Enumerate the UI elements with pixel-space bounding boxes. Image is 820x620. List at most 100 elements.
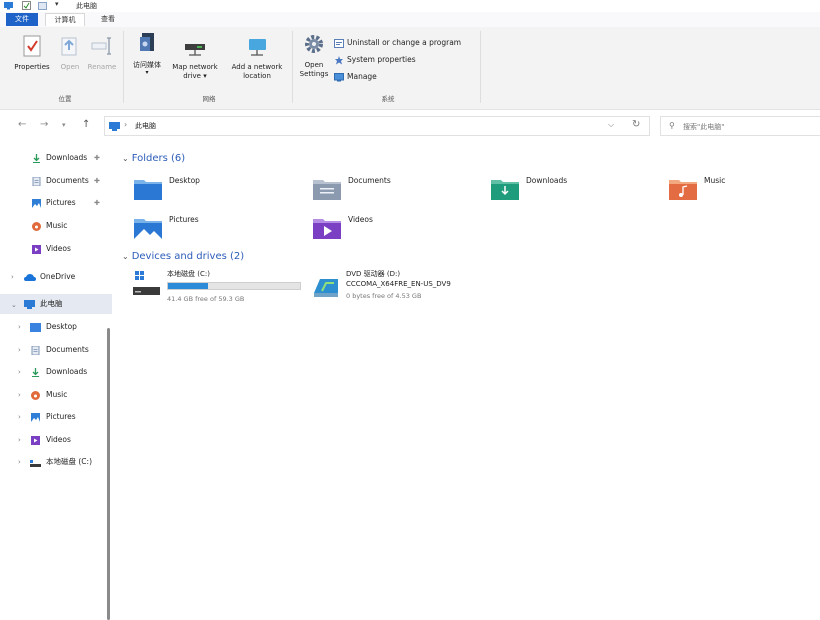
sidebar-item-desktop[interactable]: › Desktop: [0, 317, 112, 337]
tab-computer[interactable]: 计算机: [45, 13, 85, 26]
sidebar-item-music-quick[interactable]: Music: [0, 216, 112, 236]
folder-label: Music: [704, 176, 726, 185]
pin-icon: ✚: [94, 154, 100, 162]
folders-header-label: Folders (6): [131, 153, 186, 164]
expand-chevron-icon[interactable]: ›: [18, 430, 21, 450]
back-arrow-icon[interactable]: ←: [18, 119, 26, 130]
drives-section-header[interactable]: ⌄ Devices and drives (2): [122, 251, 244, 262]
expand-chevron-icon[interactable]: ›: [18, 340, 21, 360]
new-folder-quick-icon[interactable]: [38, 1, 47, 10]
title-bar: ▾ 此电脑: [0, 0, 820, 12]
sidebar-item-downloads[interactable]: › Downloads: [0, 362, 112, 382]
map-network-drive-button[interactable]: Map network drive ▾: [167, 35, 223, 81]
pictures-folder-icon: [134, 219, 162, 239]
map-drive-label-1: Map network: [172, 63, 218, 71]
folder-label: Videos: [348, 215, 373, 224]
pin-icon: ✚: [94, 199, 100, 207]
drive-d-volume-label: CCCOMA_X64FRE_EN-US_DV9: [346, 280, 451, 288]
collapse-chevron-icon: ⌄: [122, 252, 129, 261]
up-arrow-icon[interactable]: ↑: [82, 119, 90, 130]
tab-file[interactable]: 文件: [6, 13, 38, 26]
add-location-label-2: location: [243, 72, 271, 80]
forward-arrow-icon[interactable]: →: [40, 119, 48, 130]
properties-label: Properties: [14, 63, 50, 71]
recent-locations-icon[interactable]: ▾: [62, 121, 66, 129]
videos-icon: [31, 436, 40, 445]
open-settings-label-1: Open: [304, 61, 324, 69]
network-drive-icon: [185, 44, 205, 56]
folders-section-header[interactable]: ⌄ Folders (6): [122, 153, 185, 164]
onedrive-cloud-icon: [24, 274, 36, 281]
sidebar-item-label: Documents: [46, 345, 89, 354]
sidebar-item-videos[interactable]: › Videos: [0, 430, 112, 450]
folder-tile-documents[interactable]: Documents: [312, 174, 482, 212]
expand-chevron-icon[interactable]: ›: [11, 267, 14, 287]
sidebar-item-pictures[interactable]: › Pictures: [0, 407, 112, 427]
pictures-icon: [31, 413, 40, 422]
sidebar-item-documents-quick[interactable]: Documents ✚: [0, 171, 112, 191]
tab-view[interactable]: 查看: [94, 13, 122, 26]
folder-tile-videos[interactable]: Videos: [312, 213, 482, 251]
expand-chevron-icon[interactable]: ›: [18, 385, 21, 405]
expand-chevron-icon[interactable]: ›: [18, 317, 21, 337]
expand-chevron-icon[interactable]: ›: [18, 452, 21, 472]
address-dropdown-icon[interactable]: ⌵: [608, 120, 614, 130]
search-placeholder: 搜索"此电脑": [683, 123, 725, 131]
sidebar-item-videos-quick[interactable]: Videos: [0, 239, 112, 259]
downloads-folder-icon: [491, 180, 519, 200]
uninstall-label: Uninstall or change a program: [347, 38, 462, 47]
properties-button[interactable]: Properties: [8, 35, 56, 72]
access-media-button[interactable]: 访问媒体 ▾: [128, 31, 166, 76]
sidebar-item-label: Videos: [46, 435, 71, 444]
add-location-label-1: Add a network: [231, 63, 283, 71]
drive-c-storage-bar: [167, 282, 301, 290]
sidebar-scrollbar[interactable]: [107, 328, 110, 620]
collapse-chevron-icon[interactable]: ⌄: [11, 295, 17, 315]
quick-access-dropdown-icon[interactable]: ▾: [55, 0, 59, 9]
sidebar-item-downloads-quick[interactable]: Downloads ✚: [0, 148, 112, 168]
search-box[interactable]: ⚲ 搜索"此电脑": [660, 116, 820, 136]
breadcrumb-this-pc[interactable]: 此电脑: [135, 121, 156, 131]
uninstall-program-button[interactable]: Uninstall or change a program: [334, 38, 461, 48]
window-title: 此电脑: [76, 2, 97, 10]
refresh-icon[interactable]: ↻: [632, 119, 640, 130]
rename-label: Rename: [87, 63, 117, 71]
documents-folder-icon: [313, 180, 341, 200]
videos-folder-icon: [313, 219, 341, 239]
sidebar-item-pictures-quick[interactable]: Pictures ✚: [0, 193, 112, 213]
add-network-location-button[interactable]: Add a network location: [224, 35, 290, 81]
sidebar-item-label: Downloads: [46, 367, 88, 376]
collapse-chevron-icon: ⌄: [122, 154, 129, 163]
address-bar[interactable]: › 此电脑 ⌵ ↻: [104, 116, 650, 136]
open-settings-button[interactable]: Open Settings: [296, 33, 332, 79]
folder-tile-desktop[interactable]: Desktop: [133, 174, 303, 212]
rename-button[interactable]: Rename: [84, 35, 120, 72]
sidebar-item-label: Pictures: [46, 412, 76, 421]
sidebar-item-local-disk-c[interactable]: › 本地磁盘 (C:): [0, 452, 112, 472]
open-button[interactable]: Open: [56, 35, 84, 72]
properties-quick-icon[interactable]: [22, 1, 31, 10]
documents-icon: [31, 346, 40, 355]
sidebar-item-onedrive[interactable]: › OneDrive: [0, 267, 112, 287]
sidebar-item-documents[interactable]: › Documents: [0, 340, 112, 360]
drive-c-free-space: 41.4 GB free of 59.3 GB: [167, 295, 245, 303]
desktop-icon: [30, 323, 41, 332]
folder-tile-music[interactable]: Music: [668, 174, 808, 212]
drive-tile-d[interactable]: DVD 驱动器 (D:) CCCOMA_X64FRE_EN-US_DV9 0 b…: [312, 269, 512, 309]
sidebar-item-music[interactable]: › Music: [0, 385, 112, 405]
folder-tile-downloads[interactable]: Downloads: [490, 174, 660, 212]
manage-label: Manage: [347, 72, 377, 81]
search-icon: ⚲: [669, 121, 675, 130]
sidebar-item-this-pc[interactable]: ⌄ 此电脑: [0, 294, 112, 314]
folder-tile-pictures[interactable]: Pictures: [133, 213, 303, 251]
expand-chevron-icon[interactable]: ›: [18, 407, 21, 427]
system-properties-button[interactable]: System properties: [334, 55, 416, 65]
open-icon: [61, 37, 77, 56]
manage-button[interactable]: Manage: [334, 72, 377, 82]
drive-d-free-space: 0 bytes free of 4.53 GB: [346, 292, 422, 300]
navigation-pane: Downloads ✚ Documents ✚ Pictures ✚ Music…: [0, 141, 112, 620]
sidebar-item-label: Documents: [46, 176, 89, 185]
this-pc-icon: [24, 300, 35, 309]
drive-tile-c[interactable]: 本地磁盘 (C:) 41.4 GB free of 59.3 GB: [133, 269, 303, 309]
expand-chevron-icon[interactable]: ›: [18, 362, 21, 382]
